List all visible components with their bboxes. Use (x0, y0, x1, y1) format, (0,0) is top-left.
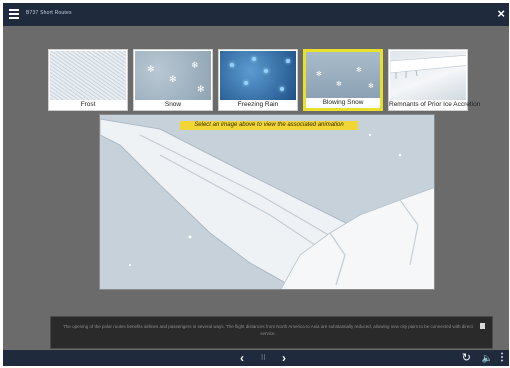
remnants-image (390, 51, 466, 101)
previous-button[interactable]: ‹ (240, 351, 244, 365)
wing-edge-icon (390, 54, 466, 79)
more-icon[interactable]: ⋮ (497, 352, 507, 364)
snowflake-icon: ✻ (356, 67, 362, 74)
thumb-remnants[interactable]: Remnants of Prior Ice Accretion (388, 49, 481, 111)
snowflake-icon: ✻ (197, 84, 205, 94)
app-window: B737 Short Routes × Frost ✻ ✻ ❄ ✻ Snow F… (3, 3, 509, 366)
freezing-rain-image (220, 51, 296, 101)
raindrop-icon (264, 69, 268, 73)
close-icon[interactable]: × (497, 6, 505, 22)
pause-button[interactable]: II (261, 352, 265, 364)
next-button[interactable]: › (282, 351, 286, 365)
thumb-label: Freezing Rain (219, 100, 297, 110)
raindrop-icon (252, 57, 256, 61)
thumb-freezing-rain[interactable]: Freezing Rain (218, 49, 298, 111)
thumb-snow[interactable]: ✻ ✻ ❄ ✻ Snow (133, 49, 213, 111)
volume-icon[interactable]: 🔈 (482, 352, 493, 364)
snowflake-icon: ✻ (147, 64, 155, 74)
condition-thumbnails: Frost ✻ ✻ ❄ ✻ Snow Freezing Rain ✻ ✻ ✻ ✻… (48, 49, 481, 111)
bottom-bar: ‹ II › ↻ 🔈 ⋮ (3, 350, 509, 366)
raindrop-icon (244, 81, 248, 85)
caption-text: The opening of the polar routes benefits… (63, 324, 473, 336)
snowflake-icon: ✻ (368, 83, 374, 90)
hamburger-menu-icon[interactable] (9, 9, 19, 19)
top-bar: B737 Short Routes × (3, 3, 509, 26)
snow-image: ✻ ✻ ❄ ✻ (135, 51, 211, 101)
raindrop-icon (230, 63, 234, 67)
caption-panel: The opening of the polar routes benefits… (50, 316, 493, 349)
animation-viewer[interactable] (99, 114, 435, 290)
frost-image (50, 51, 126, 101)
raindrop-icon (286, 59, 290, 63)
thumb-blowing-snow[interactable]: ✻ ✻ ✻ ✻ Blowing Snow (303, 49, 383, 111)
snowflake-icon: ✻ (336, 81, 342, 88)
thumb-label: Blowing Snow (306, 98, 380, 108)
raindrop-icon (280, 87, 284, 91)
thumb-label: Frost (49, 100, 127, 110)
thumb-frost[interactable]: Frost (48, 49, 128, 111)
snowflake-icon: ✻ (169, 74, 177, 84)
thumb-label: Remnants of Prior Ice Accretion (389, 100, 481, 110)
wing-snow-scene (100, 115, 434, 289)
blowing-snow-image: ✻ ✻ ✻ ✻ (306, 52, 380, 100)
document-icon[interactable] (480, 323, 485, 329)
instruction-banner: Select an image above to view the associ… (180, 121, 358, 130)
snowflake-icon: ✻ (316, 71, 322, 78)
reload-icon[interactable]: ↻ (462, 351, 471, 365)
app-title: B737 Short Routes (26, 10, 72, 16)
snowflake-icon: ❄ (191, 60, 199, 70)
thumb-label: Snow (134, 100, 212, 110)
